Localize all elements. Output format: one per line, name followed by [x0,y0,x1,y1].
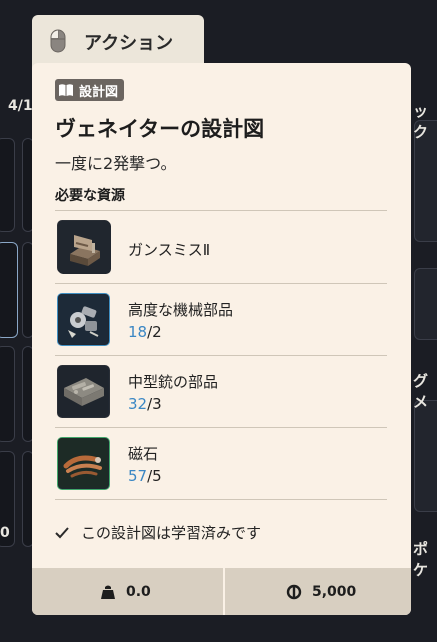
divider [55,210,387,211]
coin-icon [286,584,302,599]
bg-label: グメ [413,372,429,411]
mouse-icon [50,29,66,57]
divider [55,283,387,284]
gunsmith-bench-icon [57,220,111,274]
price-stat: 5,000 [286,568,356,615]
resource-row: ガンスミスⅡ [55,212,387,283]
bg-item-slot[interactable] [414,400,437,512]
book-icon [58,83,74,97]
action-tab-label: アクション [84,33,174,54]
tooltip-footer: 0.0 5,000 [32,568,411,615]
resource-count: 32/3 [128,395,162,413]
item-title: ヴェネイターの設計図 [55,117,265,141]
price-value: 5,000 [312,583,357,600]
bg-count-text: 4/1 [8,98,33,114]
item-description: 一度に2発撃つ。 [55,154,177,173]
bg-label: ック [413,102,429,141]
mechanical-parts-icon [57,293,110,346]
weight-value: 0.0 [126,583,151,600]
resource-have: 18 [128,323,148,341]
resource-row: 中型銃の部品 32/3 [55,357,387,428]
resource-row: 高度な機械部品 18/2 [55,285,387,356]
bg-slot[interactable] [0,242,18,338]
resource-need: 2 [152,323,162,341]
resource-need: 3 [152,395,162,413]
gun-parts-case-icon [57,365,110,418]
blueprint-badge: 設計図 [55,79,125,101]
footer-divider [223,568,225,615]
bg-label: ポケ [413,540,429,579]
weight-icon [101,585,115,599]
divider [55,499,387,500]
check-icon [55,526,69,539]
resource-count: 18/2 [128,323,162,341]
learned-text: この設計図は学習済みです [81,524,262,542]
resource-need: 5 [152,467,162,485]
resource-count: 57/5 [128,467,162,485]
blueprint-tooltip: 設計図 ヴェネイターの設計図 一度に2発撃つ。 必要な資源 ガンスミスⅡ 高度な… [32,63,411,615]
requirements-heading: 必要な資源 [55,188,125,204]
resource-have: 32 [128,395,148,413]
resource-name: 高度な機械部品 [128,301,234,319]
action-tab[interactable]: アクション [32,15,204,69]
bg-number: 0 [0,525,10,541]
divider [55,355,387,356]
resource-name: 中型銃の部品 [128,373,219,391]
divider [55,427,387,428]
resource-have: 57 [128,467,148,485]
bg-item-slot[interactable] [414,268,437,340]
magnet-icon [57,437,110,490]
resource-name: ガンスミスⅡ [128,241,211,259]
bg-slot[interactable] [0,346,15,442]
learned-status: この設計図は学習済みです [55,522,261,543]
resource-row: 磁石 57/5 [55,429,387,500]
weight-stat: 0.0 [100,568,151,615]
bg-slot[interactable] [0,138,15,232]
badge-label: 設計図 [79,84,119,100]
resource-name: 磁石 [128,445,159,463]
